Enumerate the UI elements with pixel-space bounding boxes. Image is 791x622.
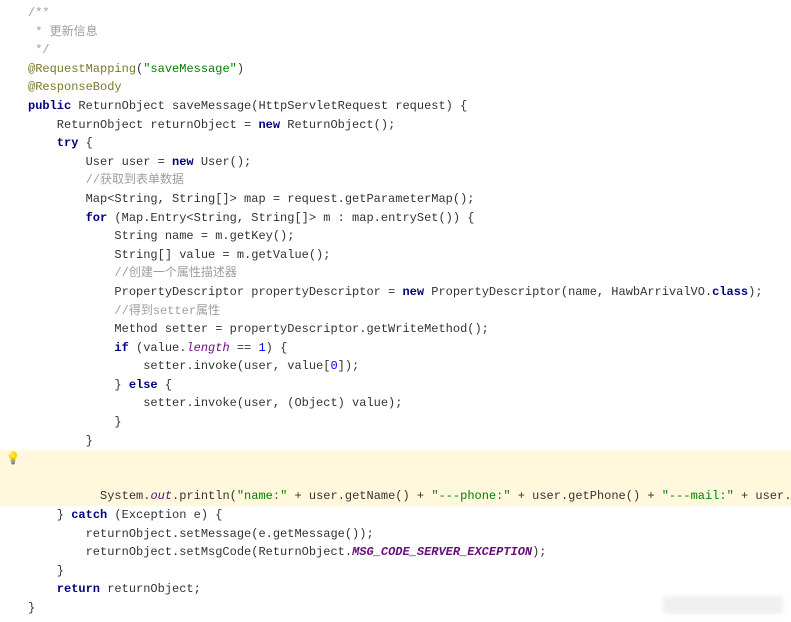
- code-line[interactable]: * 更新信息: [0, 23, 791, 42]
- keyword-new: new: [172, 155, 194, 169]
- code-line[interactable]: returnObject.setMessage(e.getMessage());: [0, 525, 791, 544]
- code-line[interactable]: String name = m.getKey();: [0, 227, 791, 246]
- code-line[interactable]: @RequestMapping("saveMessage"): [0, 60, 791, 79]
- keyword-new: new: [402, 285, 424, 299]
- code-line[interactable]: public ReturnObject saveMessage(HttpServ…: [0, 97, 791, 116]
- code-line[interactable]: for (Map.Entry<String, String[]> m : map…: [0, 209, 791, 228]
- code-line[interactable]: } catch (Exception e) {: [0, 506, 791, 525]
- annotation: @ResponseBody: [28, 80, 122, 94]
- number-literal: 1: [258, 341, 265, 355]
- field-length: length: [186, 341, 229, 355]
- string-literal: "---mail:": [662, 489, 734, 503]
- code-line[interactable]: ReturnObject returnObject = new ReturnOb…: [0, 116, 791, 135]
- code-line[interactable]: Method setter = propertyDescriptor.getWr…: [0, 320, 791, 339]
- bulb-icon[interactable]: 💡: [6, 452, 20, 466]
- code-line[interactable]: //获取到表单数据: [0, 171, 791, 190]
- code-line[interactable]: }: [0, 413, 791, 432]
- keyword-if: if: [28, 341, 129, 355]
- code-line-highlighted[interactable]: 💡 System.out.println("name:" + user.getN…: [0, 450, 791, 506]
- code-line[interactable]: @ResponseBody: [0, 78, 791, 97]
- comment: /**: [28, 6, 50, 20]
- comment: //创建一个属性描述器: [28, 266, 237, 280]
- number-literal: 0: [330, 359, 337, 373]
- code-line[interactable]: /**: [0, 4, 791, 23]
- code-line[interactable]: setter.invoke(user, (Object) value);: [0, 394, 791, 413]
- code-line[interactable]: } else {: [0, 376, 791, 395]
- watermark-blur: [663, 596, 783, 614]
- code-line[interactable]: try {: [0, 134, 791, 153]
- string-literal: "---phone:": [431, 489, 510, 503]
- keyword-catch: catch: [71, 508, 107, 522]
- code-line[interactable]: if (value.length == 1) {: [0, 339, 791, 358]
- comment: 属性: [196, 304, 220, 318]
- keyword-new: new: [258, 118, 280, 132]
- field-out: out: [150, 489, 172, 503]
- string-literal: "saveMessage": [143, 62, 237, 76]
- code-line[interactable]: }: [0, 432, 791, 451]
- keyword-else: else: [129, 378, 158, 392]
- comment: //得到: [28, 304, 153, 318]
- code-line[interactable]: String[] value = m.getValue();: [0, 246, 791, 265]
- code-line[interactable]: PropertyDescriptor propertyDescriptor = …: [0, 283, 791, 302]
- keyword-class: class: [712, 285, 748, 299]
- comment: * 更新信息: [28, 25, 98, 39]
- comment: */: [28, 43, 50, 57]
- keyword-return: return: [28, 582, 100, 596]
- code-line[interactable]: }: [0, 562, 791, 581]
- constant-msg-code: MSG_CODE_SERVER_EXCEPTION: [352, 545, 532, 559]
- comment: //获取到表单数据: [28, 173, 184, 187]
- code-line[interactable]: User user = new User();: [0, 153, 791, 172]
- code-line[interactable]: setter.invoke(user, value[0]);: [0, 357, 791, 376]
- code-line[interactable]: //创建一个属性描述器: [0, 264, 791, 283]
- keyword-for: for: [28, 211, 107, 225]
- keyword-try: try: [28, 136, 78, 150]
- code-line[interactable]: */: [0, 41, 791, 60]
- comment: setter: [153, 304, 196, 318]
- code-line[interactable]: returnObject.setMsgCode(ReturnObject.MSG…: [0, 543, 791, 562]
- code-line[interactable]: //得到setter属性: [0, 302, 791, 321]
- keyword-public: public: [28, 99, 71, 113]
- code-editor[interactable]: /** * 更新信息 */ @RequestMapping("saveMessa…: [0, 0, 791, 622]
- code-line[interactable]: Map<String, String[]> map = request.getP…: [0, 190, 791, 209]
- annotation: @RequestMapping: [28, 62, 136, 76]
- string-literal: "name:": [237, 489, 287, 503]
